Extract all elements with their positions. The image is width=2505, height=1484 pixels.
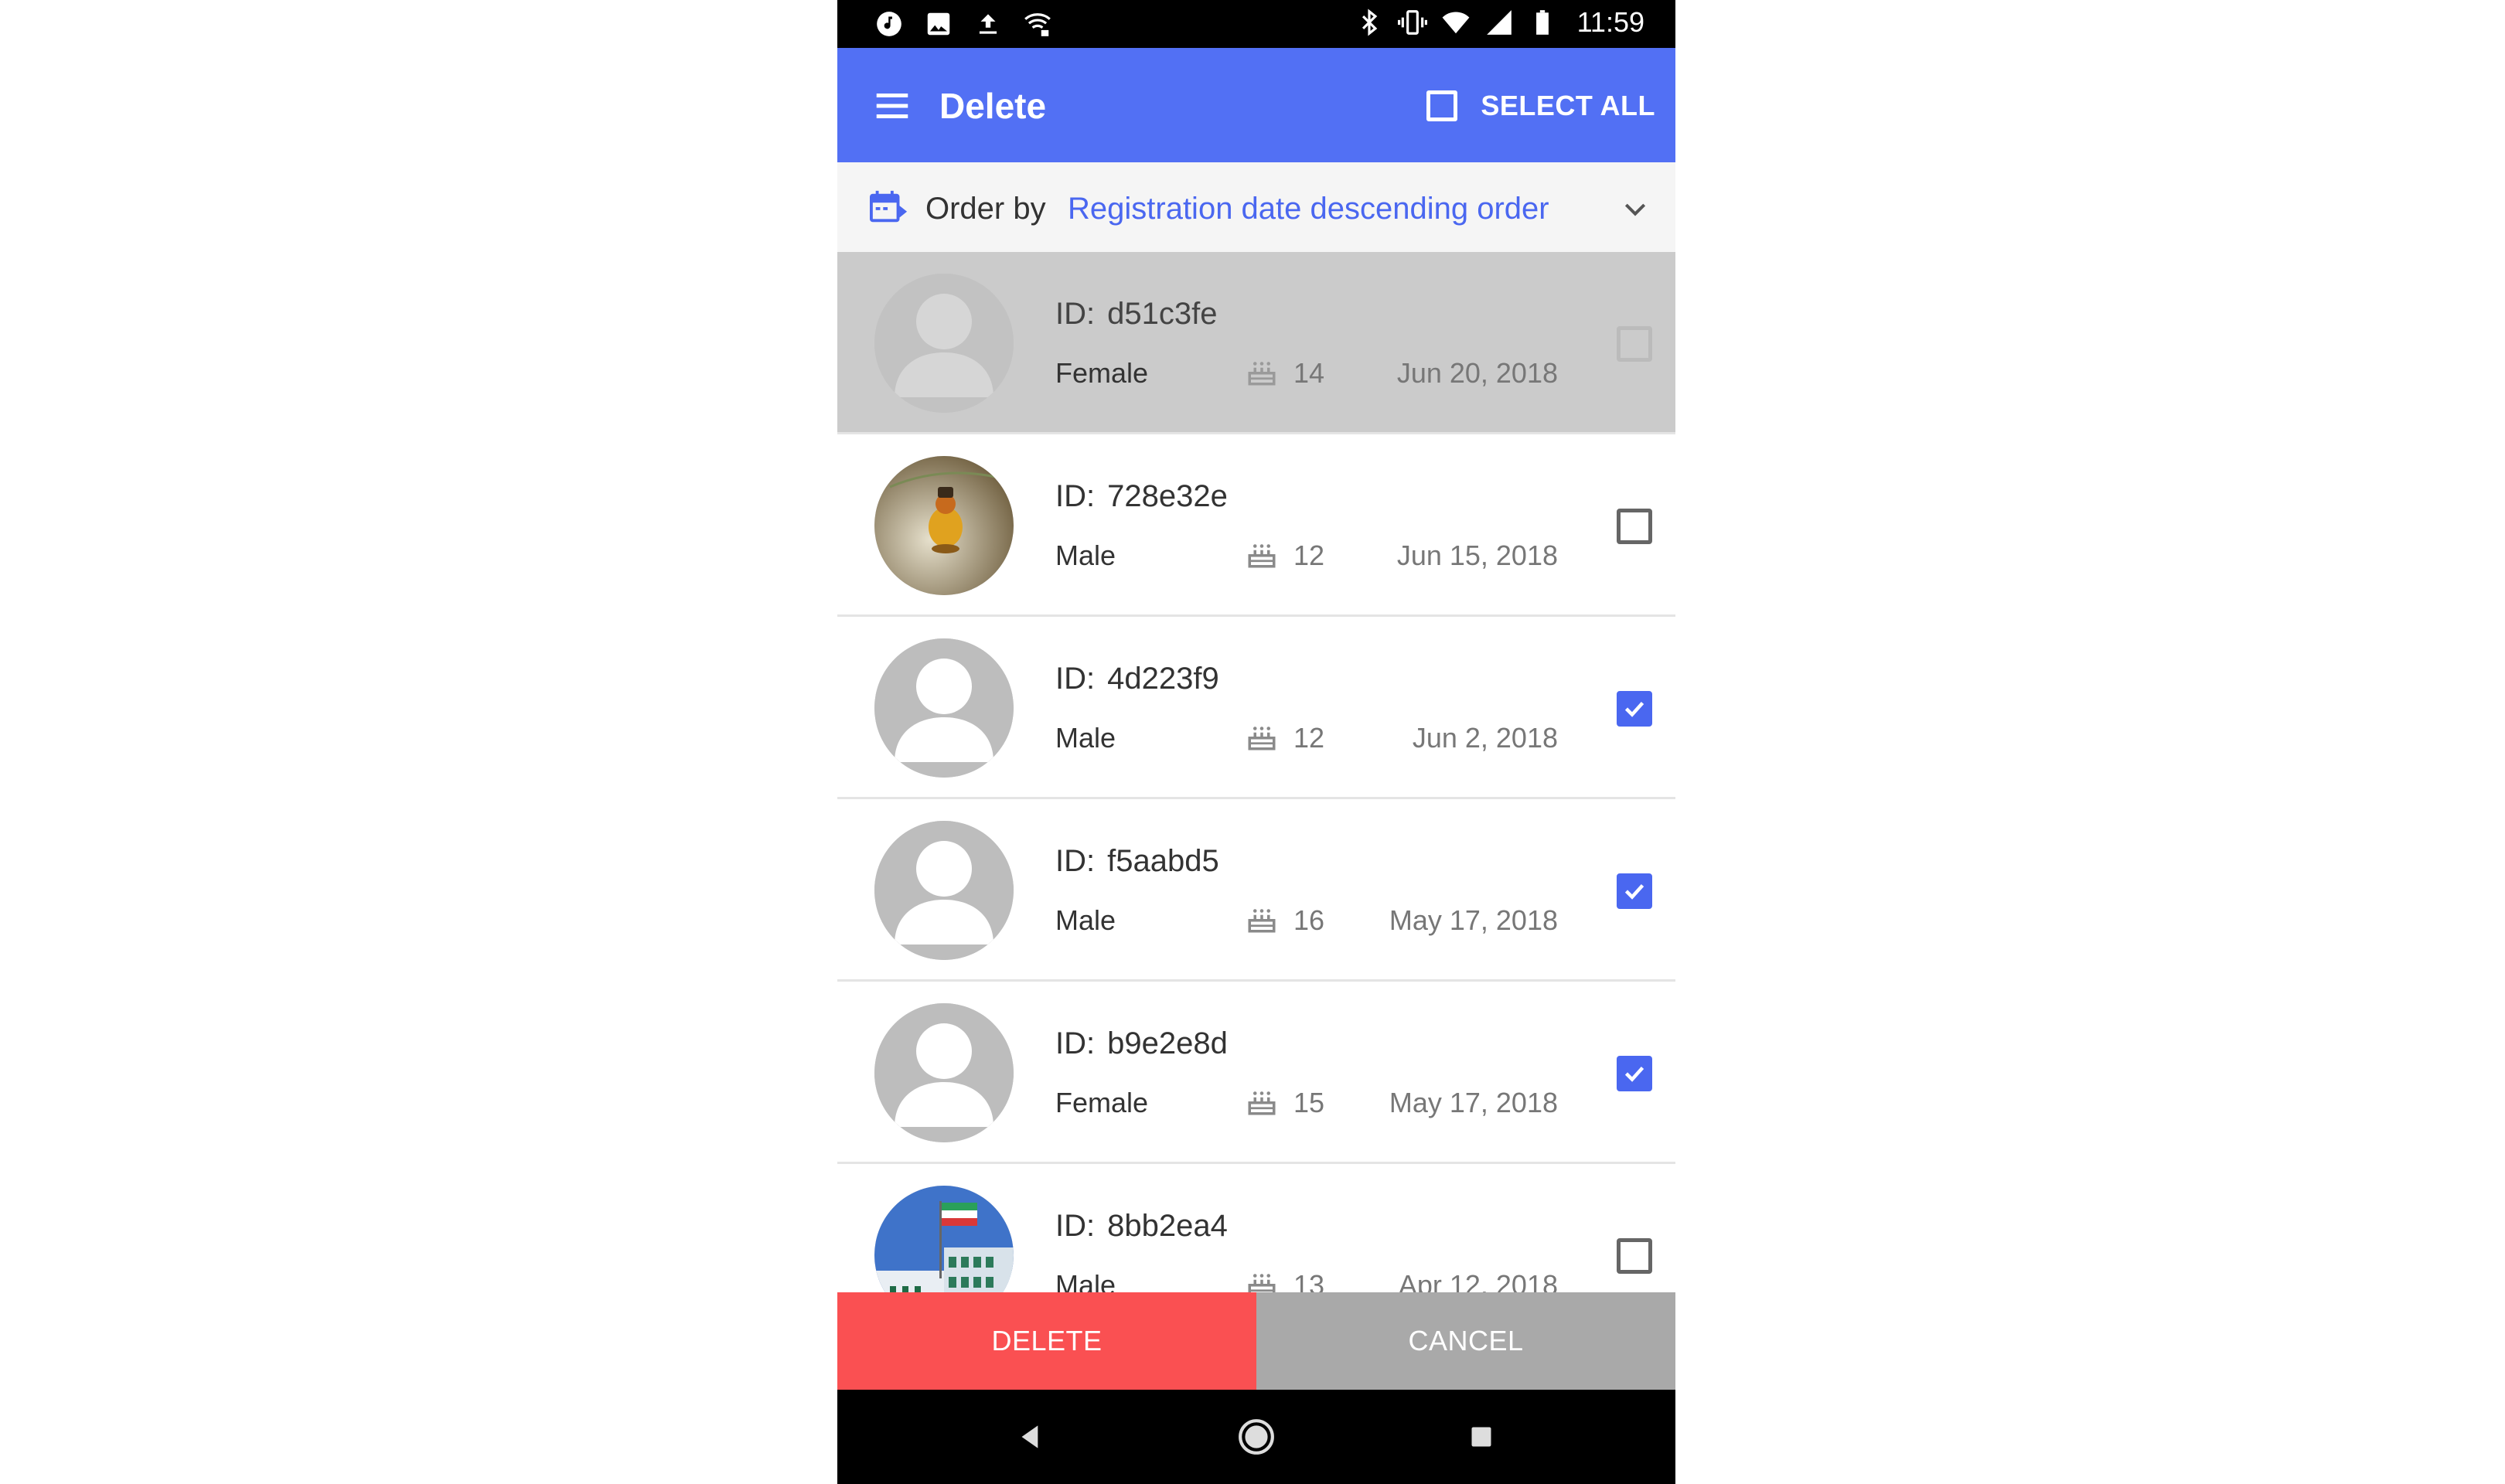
id-value: f5aabd5: [1107, 844, 1219, 878]
id-value: 728e32e: [1107, 479, 1228, 513]
user-id: ID: 728e32e: [1055, 478, 1228, 515]
cancel-button[interactable]: CANCEL: [1256, 1292, 1675, 1390]
cake-icon: [1246, 903, 1278, 935]
home-icon[interactable]: [1237, 1418, 1276, 1456]
registration-date: May 17, 2018: [1389, 1087, 1558, 1118]
user-id: ID: b9e2e8d: [1055, 1025, 1228, 1062]
id-value: 8bb2ea4: [1107, 1209, 1228, 1243]
cake-icon: [1246, 1085, 1278, 1118]
status-bar: 11:59: [837, 0, 1675, 48]
gender-label: Male: [1055, 1269, 1116, 1292]
gender-label: Male: [1055, 722, 1116, 754]
phone-screen: 11:59 Delete SELECT ALL Order by Registr…: [837, 0, 1675, 1484]
user-list[interactable]: ID: d51c3fe Female 14 Jun 20, 2018 ID: 728…: [837, 252, 1675, 1292]
list-item[interactable]: ID: 728e32e Male 12 Jun 15, 2018: [837, 434, 1675, 617]
registration-date: Jun 20, 2018: [1396, 357, 1558, 389]
age-label: 14: [1293, 357, 1325, 389]
wifi-lock-icon: [1023, 9, 1052, 39]
cake-icon: [1246, 720, 1278, 753]
id-prefix: ID:: [1055, 479, 1096, 513]
id-prefix: ID:: [1055, 844, 1096, 878]
id-prefix: ID:: [1055, 662, 1096, 696]
music-icon: [874, 9, 904, 39]
chevron-down-icon[interactable]: [1620, 193, 1651, 224]
select-all-label: SELECT ALL: [1481, 90, 1655, 121]
status-clock: 11:59: [1576, 6, 1644, 38]
age-label: 13: [1293, 1269, 1325, 1292]
menu-icon[interactable]: [871, 85, 913, 127]
age-label: 16: [1293, 904, 1325, 936]
age-label: 12: [1293, 539, 1325, 571]
cake-icon: [1246, 356, 1278, 388]
list-item[interactable]: ID: d51c3fe Female 14 Jun 20, 2018: [837, 252, 1675, 434]
row-checkbox[interactable]: [1617, 1056, 1652, 1091]
row-checkbox[interactable]: [1617, 509, 1652, 544]
delete-button[interactable]: DELETE: [837, 1292, 1256, 1390]
order-by-label: Order by: [925, 192, 1046, 226]
recent-apps-icon[interactable]: [1462, 1418, 1501, 1456]
cake-icon: [1246, 538, 1278, 570]
app-bar: Delete SELECT ALL: [837, 48, 1675, 162]
navigation-bar: [837, 1390, 1675, 1484]
list-item[interactable]: ID: f5aabd5 Male 16 May 17, 2018: [837, 799, 1675, 982]
order-by-value[interactable]: Registration date descending order: [1068, 192, 1549, 226]
id-value: d51c3fe: [1107, 297, 1218, 331]
row-checkbox[interactable]: [1617, 1238, 1652, 1274]
user-id: ID: f5aabd5: [1055, 842, 1219, 880]
battery-icon: [1528, 8, 1557, 37]
id-value: 4d223f9: [1107, 662, 1219, 696]
registration-date: Jun 2, 2018: [1412, 722, 1558, 754]
row-checkbox[interactable]: [1617, 691, 1652, 727]
id-prefix: ID:: [1055, 1026, 1096, 1060]
signal-icon: [1484, 8, 1514, 37]
row-checkbox: [1617, 326, 1652, 362]
avatar-photo: [874, 1186, 1014, 1292]
select-all-checkbox[interactable]: [1426, 90, 1458, 121]
order-by-bar[interactable]: Order by Registration date descending or…: [837, 162, 1675, 252]
gender-label: Male: [1055, 904, 1116, 936]
gender-label: Female: [1055, 357, 1149, 389]
id-prefix: ID:: [1055, 1209, 1096, 1243]
vibrate-icon: [1397, 8, 1427, 37]
registration-date: Jun 15, 2018: [1396, 539, 1558, 571]
cake-icon: [1246, 1268, 1278, 1292]
row-checkbox[interactable]: [1617, 873, 1652, 909]
gender-label: Female: [1055, 1087, 1149, 1118]
id-value: b9e2e8d: [1107, 1026, 1228, 1060]
bluetooth-icon: [1355, 8, 1384, 37]
list-item[interactable]: ID: 8bb2ea4 Male 13 Apr 12, 2018: [837, 1164, 1675, 1292]
action-bar: DELETE CANCEL: [837, 1292, 1675, 1390]
upload-icon: [973, 9, 1003, 39]
page-title: Delete: [939, 86, 1047, 126]
select-all-button[interactable]: SELECT ALL: [1426, 82, 1655, 130]
user-id: ID: d51c3fe: [1055, 295, 1217, 332]
avatar-placeholder-icon: [874, 638, 1014, 778]
back-icon[interactable]: [1012, 1418, 1051, 1456]
id-prefix: ID:: [1055, 297, 1096, 331]
gender-label: Male: [1055, 539, 1116, 571]
user-id: ID: 4d223f9: [1055, 660, 1219, 697]
list-item[interactable]: ID: b9e2e8d Female 15 May 17, 2018: [837, 982, 1675, 1164]
avatar-placeholder-icon: [874, 274, 1014, 413]
registration-date: Apr 12, 2018: [1398, 1269, 1558, 1292]
user-id: ID: 8bb2ea4: [1055, 1207, 1228, 1244]
avatar-placeholder-icon: [874, 1003, 1014, 1142]
registration-date: May 17, 2018: [1389, 904, 1558, 936]
age-label: 12: [1293, 722, 1325, 754]
image-icon: [924, 9, 953, 39]
wifi-icon: [1441, 8, 1471, 37]
avatar-photo: [874, 456, 1014, 595]
age-label: 15: [1293, 1087, 1325, 1118]
avatar-placeholder-icon: [874, 821, 1014, 960]
list-item[interactable]: ID: 4d223f9 Male 12 Jun 2, 2018: [837, 617, 1675, 799]
calendar-icon: [870, 190, 908, 224]
